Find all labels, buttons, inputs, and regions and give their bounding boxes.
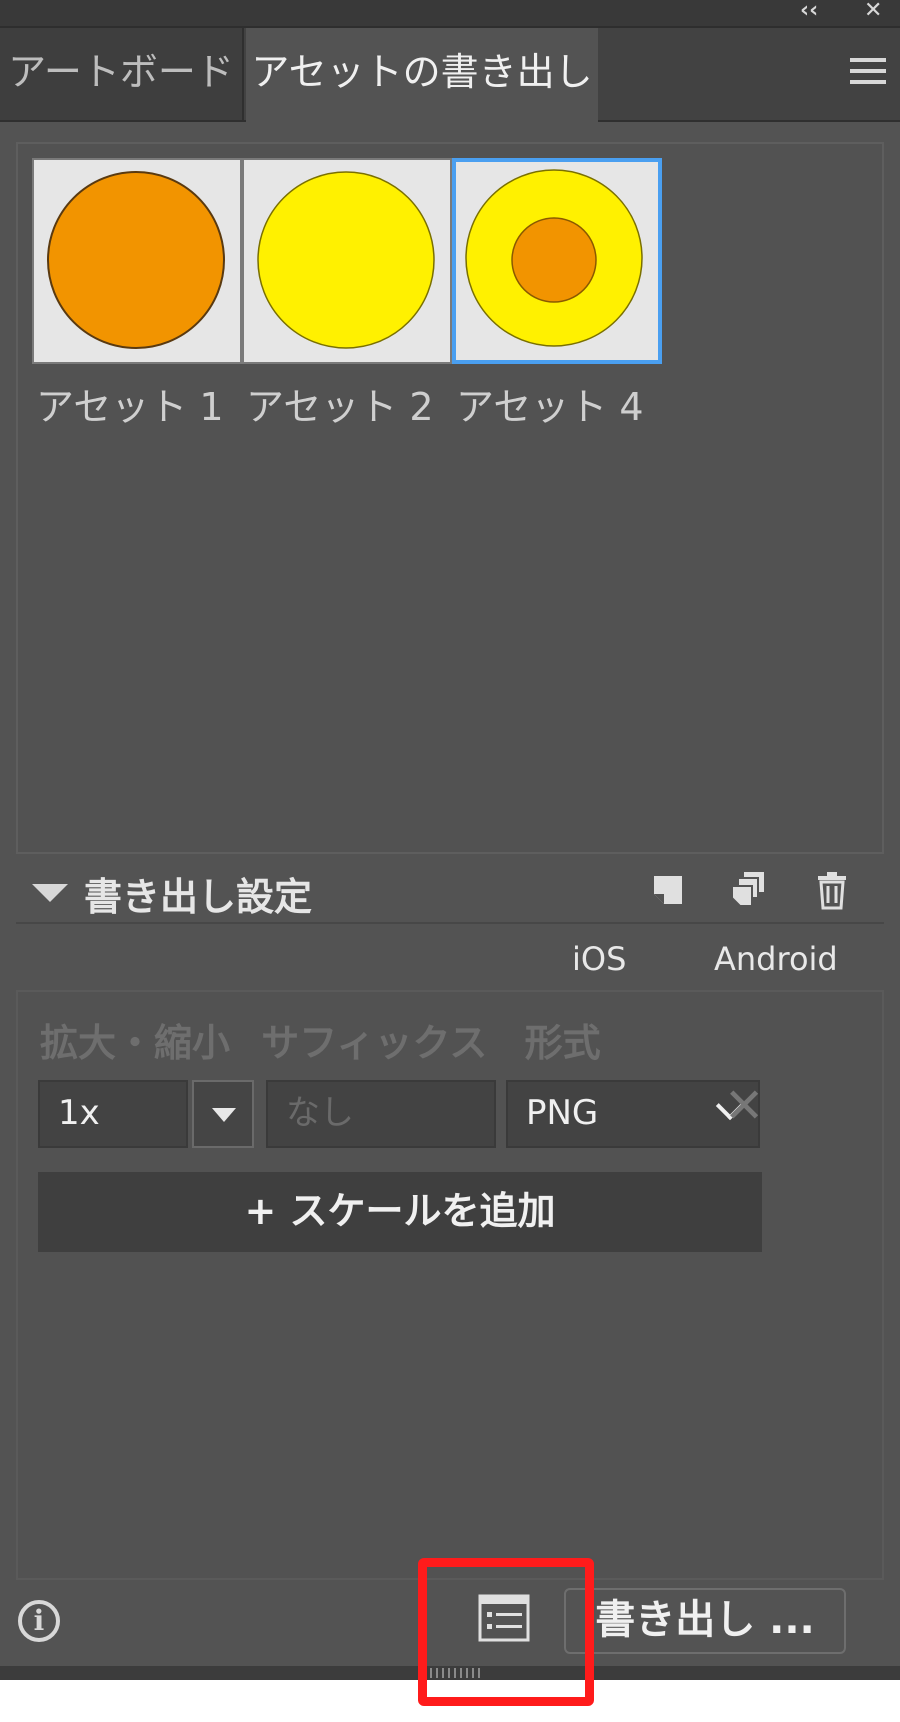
asset-thumbnail [242, 158, 452, 364]
suffix-column-header: サフィックス [261, 1021, 488, 1065]
android-preset-button[interactable]: Android [714, 940, 838, 978]
export-button[interactable]: 書き出し ... [564, 1588, 846, 1654]
export-settings-title: 書き出し設定 [84, 875, 313, 919]
ios-preset-button[interactable]: iOS [572, 940, 626, 978]
close-icon[interactable]: ✕ [864, 0, 882, 23]
tab-bar: アートボード アセットの書き出し [0, 28, 900, 122]
collapse-icon[interactable]: ‹‹ [800, 0, 818, 23]
remove-scale-icon[interactable]: ✕ [724, 1078, 764, 1134]
export-assets-panel: ‹‹ ✕ アートボード アセットの書き出し アセット 1 アセット 2 アセット… [0, 0, 900, 1680]
asset-label: アセット 4 [456, 385, 644, 429]
duplicate-format-icon[interactable] [728, 870, 768, 910]
asset-item-4[interactable]: アセット 4 [452, 158, 662, 429]
suffix-input[interactable]: なし [266, 1080, 496, 1148]
hamburger-menu-icon[interactable] [850, 58, 886, 86]
tab-artboards[interactable]: アートボード [0, 28, 244, 120]
orange-circle-icon [47, 171, 225, 349]
asset-item-1[interactable]: アセット 1 [32, 158, 242, 429]
asset-thumbnail [32, 158, 242, 364]
export-settings-header: 書き出し設定 [16, 862, 884, 924]
trash-icon[interactable] [812, 870, 852, 910]
yellow-circle-icon [257, 171, 435, 349]
add-scale-button[interactable]: + スケールを追加 [38, 1172, 762, 1252]
scale-settings-area: 拡大・縮小 サフィックス 形式 1x なし PNG ✕ + スケールを追加 [16, 990, 884, 1580]
yellow-orange-circle-icon [465, 169, 643, 347]
asset-grid: アセット 1 アセット 2 アセット 4 [16, 142, 884, 854]
info-icon[interactable]: i [18, 1600, 60, 1642]
format-value: PNG [526, 1093, 599, 1133]
asset-label: アセット 1 [36, 385, 224, 429]
format-select[interactable]: PNG [506, 1080, 760, 1148]
asset-label: アセット 2 [246, 385, 434, 429]
disclosure-triangle-icon[interactable] [32, 884, 68, 902]
scale-column-header: 拡大・縮小 [40, 1021, 231, 1065]
new-format-icon[interactable] [648, 870, 688, 910]
asset-thumbnail [452, 158, 662, 364]
column-headers: 拡大・縮小 サフィックス 形式 [40, 1012, 601, 1067]
tab-asset-export[interactable]: アセットの書き出し [246, 28, 598, 122]
highlight-box [418, 1558, 594, 1706]
scale-field[interactable]: 1x [38, 1080, 188, 1148]
panel-titlebar: ‹‹ ✕ [0, 0, 900, 28]
scale-dropdown-button[interactable] [192, 1080, 254, 1148]
asset-item-2[interactable]: アセット 2 [242, 158, 452, 429]
format-column-header: 形式 [524, 1021, 601, 1065]
